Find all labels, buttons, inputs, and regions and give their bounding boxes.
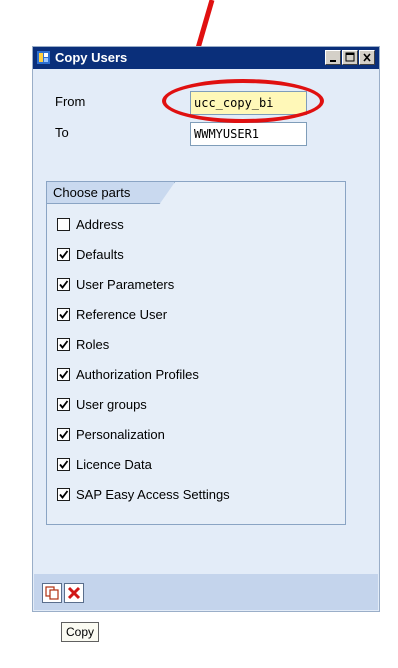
- checkbox-label: Address: [76, 216, 124, 232]
- checkbox[interactable]: [57, 427, 70, 441]
- checkbox-row[interactable]: SAP Easy Access Settings: [57, 484, 230, 504]
- choose-parts-heading: Choose parts: [47, 182, 175, 204]
- maximize-button[interactable]: [342, 50, 358, 65]
- minimize-button[interactable]: [325, 50, 341, 65]
- checkbox-label: User groups: [76, 396, 147, 412]
- checkbox-label: Roles: [76, 336, 110, 352]
- checkbox[interactable]: [57, 217, 70, 231]
- checkbox-row[interactable]: Reference User: [57, 304, 167, 324]
- from-field[interactable]: ucc_copy_bi: [190, 91, 307, 115]
- checkmark-icon: [59, 309, 69, 319]
- minimize-icon: [330, 60, 336, 62]
- copy-button[interactable]: [42, 583, 62, 603]
- choose-parts-group: Choose parts Address Defaults User Paramet…: [46, 181, 346, 525]
- checkbox-label: Licence Data: [76, 456, 152, 472]
- checkbox-row[interactable]: Address: [57, 214, 124, 234]
- cancel-icon: [67, 586, 81, 600]
- checkmark-icon: [59, 249, 69, 259]
- checkbox-row[interactable]: Personalization: [57, 424, 165, 444]
- checkbox-row[interactable]: Defaults: [57, 244, 124, 264]
- checkmark-icon: [59, 339, 69, 349]
- checkbox[interactable]: [57, 277, 70, 291]
- window-title: Copy Users: [55, 50, 128, 65]
- to-field[interactable]: WWMYUSER1: [190, 122, 307, 146]
- checkbox[interactable]: [57, 457, 70, 471]
- from-label: From: [55, 94, 86, 109]
- checkmark-icon: [59, 459, 69, 469]
- sap-app-icon: [37, 51, 50, 64]
- title-bar: Copy Users: [33, 47, 379, 69]
- to-label: To: [55, 125, 69, 140]
- close-button[interactable]: [359, 50, 375, 65]
- checkbox[interactable]: [57, 307, 70, 321]
- checkbox-label: Personalization: [76, 426, 165, 442]
- dialog-toolbar: [34, 574, 378, 610]
- checkbox-row[interactable]: Authorization Profiles: [57, 364, 199, 384]
- close-icon: [363, 53, 371, 62]
- checkbox-label: Authorization Profiles: [76, 366, 199, 382]
- checkmark-icon: [59, 399, 69, 409]
- checkbox-label: Defaults: [76, 246, 124, 262]
- checkbox[interactable]: [57, 397, 70, 411]
- checkmark-icon: [59, 429, 69, 439]
- copy-users-dialog: Copy Users From ucc_copy_bi To WWMYUSER1…: [32, 46, 380, 612]
- checkbox[interactable]: [57, 337, 70, 351]
- copy-icon: [45, 586, 59, 600]
- checkbox-row[interactable]: Roles: [57, 334, 109, 354]
- maximize-icon: [345, 52, 355, 62]
- checkbox[interactable]: [57, 367, 70, 381]
- checkbox[interactable]: [57, 247, 70, 261]
- copy-tooltip: Copy: [61, 622, 100, 642]
- checkbox-row[interactable]: User Parameters: [57, 274, 174, 294]
- checkbox-label: SAP Easy Access Settings: [76, 486, 230, 502]
- checkmark-icon: [59, 489, 69, 499]
- checkbox[interactable]: [57, 487, 70, 501]
- checkmark-icon: [59, 369, 69, 379]
- checkmark-icon: [59, 279, 69, 289]
- checkbox-label: User Parameters: [76, 276, 175, 292]
- checkbox-row[interactable]: Licence Data: [57, 454, 152, 474]
- checkbox-row[interactable]: User groups: [57, 394, 147, 414]
- checkbox-label: Reference User: [76, 306, 168, 322]
- cancel-button[interactable]: [64, 583, 84, 603]
